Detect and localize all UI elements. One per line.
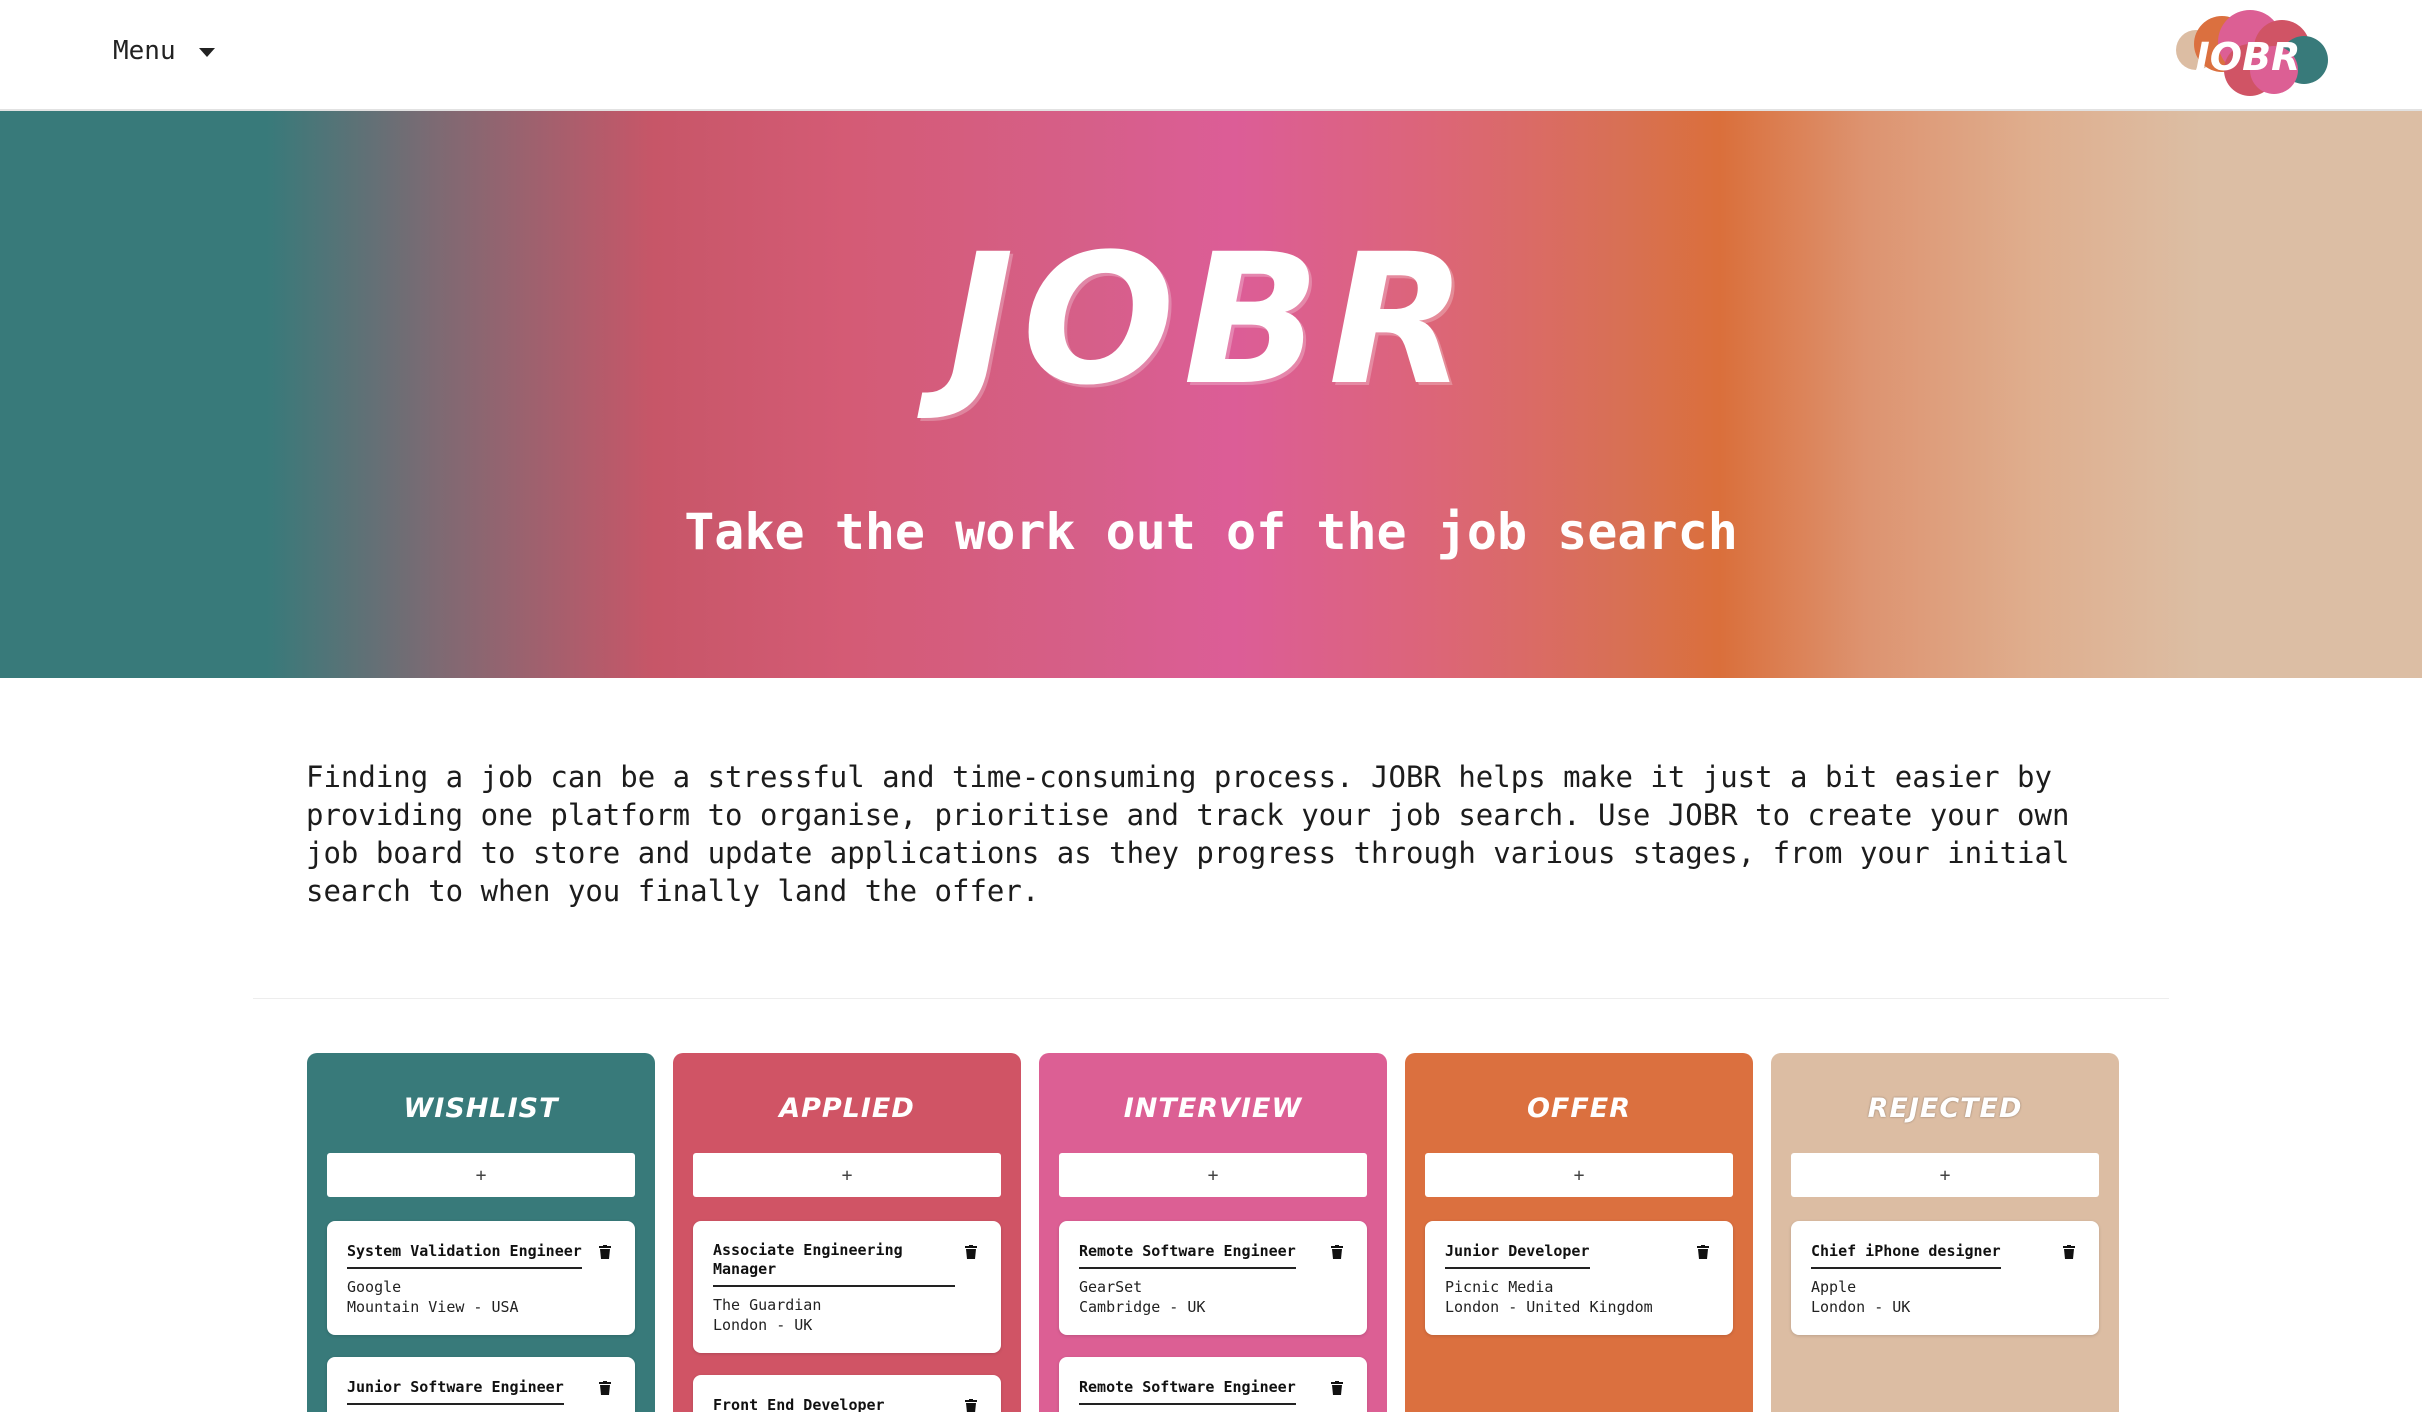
hero-banner: JOBR Take the work out of the job search [0, 111, 2422, 678]
trash-icon[interactable] [599, 1245, 611, 1259]
job-company: GearSet [1079, 1278, 1143, 1296]
menu-dropdown[interactable]: Menu [113, 36, 215, 66]
trash-icon[interactable] [1697, 1245, 1709, 1259]
column-title: WISHLIST [403, 1093, 559, 1124]
column-title: REJECTED [1867, 1093, 2023, 1124]
add-job-button[interactable]: + [1791, 1153, 2099, 1197]
job-title: Junior Software Engineer [347, 1378, 564, 1405]
trash-icon[interactable] [599, 1381, 611, 1395]
section-divider [253, 998, 2169, 999]
svg-text:JOBR: JOBR [2189, 35, 2301, 79]
job-title: Chief iPhone designer [1811, 1242, 2001, 1269]
add-job-button[interactable]: + [1425, 1153, 1733, 1197]
job-location: London - United Kingdom [1445, 1298, 1653, 1316]
job-location: Mountain View - USA [347, 1298, 519, 1316]
add-job-button[interactable]: + [1059, 1153, 1367, 1197]
job-card[interactable]: Remote Software Engineer [1059, 1357, 1367, 1412]
column-wishlist: WISHLIST + System Validation Engineer Go… [307, 1053, 655, 1412]
column-offer: OFFER + Junior Developer Picnic Media Lo… [1405, 1053, 1753, 1412]
job-title: Front End Developer [713, 1396, 885, 1412]
column-title: OFFER [1526, 1093, 1632, 1124]
menu-label: Menu [113, 36, 176, 66]
trash-icon[interactable] [1331, 1381, 1343, 1395]
job-card[interactable]: Junior Software Engineer [327, 1357, 635, 1412]
job-company: Google [347, 1278, 402, 1296]
job-title: Remote Software Engineer [1079, 1242, 1296, 1269]
column-rejected: REJECTED + Chief iPhone designer Apple L… [1771, 1053, 2119, 1412]
job-card[interactable]: System Validation Engineer Google Mounta… [327, 1221, 635, 1335]
add-job-button[interactable]: + [693, 1153, 1001, 1197]
job-company: Picnic Media [1445, 1278, 1554, 1296]
job-title: Associate Engineering Manager [713, 1241, 955, 1287]
job-company: The Guardian [713, 1296, 822, 1314]
intro-paragraph: Finding a job can be a stressful and tim… [306, 760, 2070, 908]
trash-icon[interactable] [965, 1399, 977, 1412]
trash-icon[interactable] [1331, 1245, 1343, 1259]
job-card[interactable]: Front End Developer [693, 1375, 1001, 1412]
hero-title: JOBR [947, 216, 1475, 425]
trash-icon[interactable] [965, 1245, 977, 1259]
column-title: INTERVIEW [1123, 1093, 1303, 1124]
job-card[interactable]: Associate Engineering Manager The Guardi… [693, 1221, 1001, 1353]
job-company: Apple [1811, 1278, 1857, 1296]
job-card[interactable]: Remote Software Engineer GearSet Cambrid… [1059, 1221, 1367, 1335]
hero-subtitle: Take the work out of the job search [684, 503, 1738, 561]
job-title: Junior Developer [1445, 1242, 1590, 1269]
job-title: System Validation Engineer [347, 1242, 582, 1269]
jobr-logo[interactable]: JOBR [2166, 8, 2330, 102]
job-location: Cambridge - UK [1079, 1298, 1206, 1316]
job-board: WISHLIST + System Validation Engineer Go… [307, 1053, 2119, 1412]
job-card[interactable]: Chief iPhone designer Apple London - UK [1791, 1221, 2099, 1335]
column-interview: INTERVIEW + Remote Software Engineer Gea… [1039, 1053, 1387, 1412]
trash-icon[interactable] [2063, 1245, 2075, 1259]
job-location: London - UK [1811, 1298, 1911, 1316]
add-job-button[interactable]: + [327, 1153, 635, 1197]
navbar: Menu JOBR [0, 0, 2422, 111]
column-title: APPLIED [779, 1093, 915, 1124]
caret-down-icon [198, 48, 215, 57]
job-card[interactable]: Junior Developer Picnic Media London - U… [1425, 1221, 1733, 1335]
job-title: Remote Software Engineer [1079, 1378, 1296, 1405]
column-applied: APPLIED + Associate Engineering Manager … [673, 1053, 1021, 1412]
job-location: London - UK [713, 1316, 813, 1334]
